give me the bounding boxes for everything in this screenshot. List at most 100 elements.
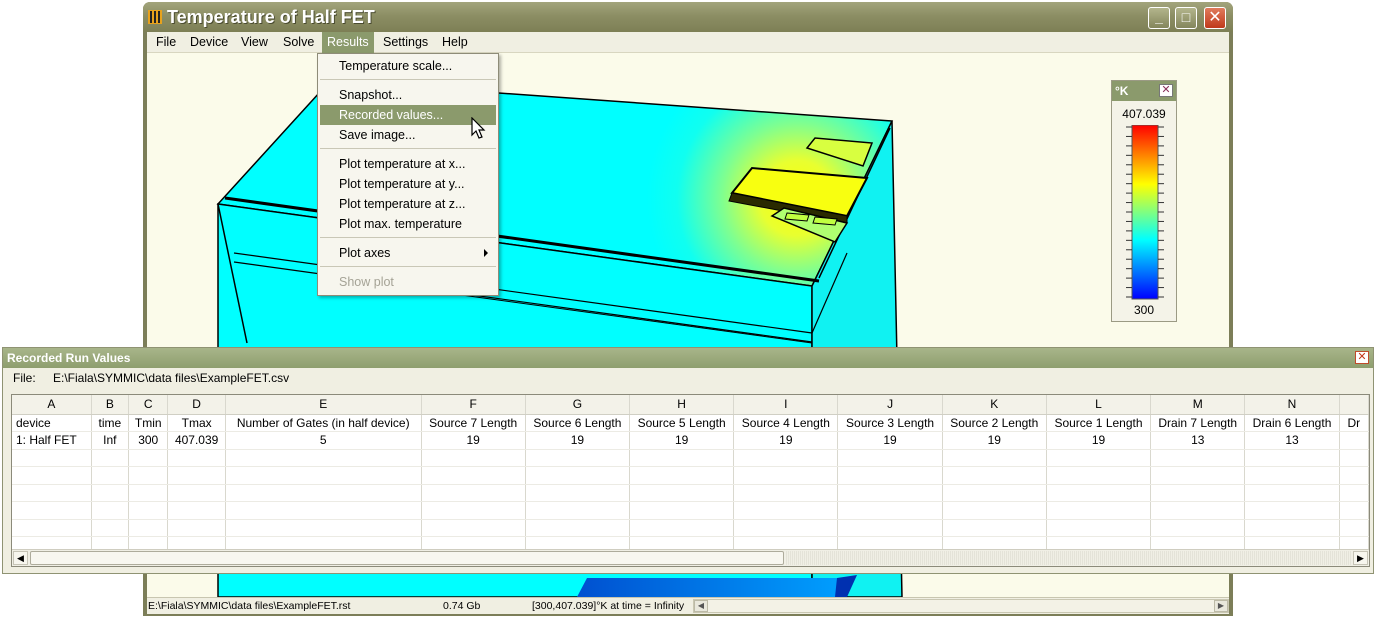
recorded-values-titlebar[interactable]: Recorded Run Values ✕ bbox=[3, 348, 1373, 368]
grid-cell-empty[interactable] bbox=[837, 501, 943, 520]
grid-cell-empty[interactable] bbox=[629, 449, 735, 467]
grid-cell-empty[interactable] bbox=[1339, 449, 1369, 467]
scroll-thumb[interactable] bbox=[30, 551, 784, 565]
grid-cell-empty[interactable] bbox=[942, 466, 1047, 485]
menu-device[interactable]: Device bbox=[185, 32, 233, 53]
status-scroll-right-icon[interactable]: ▶ bbox=[1214, 600, 1228, 612]
grid-cell-empty[interactable] bbox=[525, 501, 631, 520]
grid-cell[interactable]: Source 3 Length bbox=[837, 414, 943, 432]
grid-cell[interactable]: Source 5 Length bbox=[629, 414, 735, 432]
grid-cell[interactable]: Drain 6 Length bbox=[1244, 414, 1340, 432]
grid-cell-empty[interactable] bbox=[12, 466, 92, 485]
grid-cell-empty[interactable] bbox=[225, 449, 422, 467]
grid-cell-empty[interactable] bbox=[629, 519, 735, 537]
menu-plot-temp-z[interactable]: Plot temperature at z... bbox=[320, 194, 496, 214]
grid-cell[interactable]: B bbox=[91, 395, 130, 415]
scroll-left-icon[interactable]: ◀ bbox=[13, 551, 28, 565]
grid-cell-empty[interactable] bbox=[167, 466, 226, 485]
maximize-button[interactable]: □ bbox=[1175, 7, 1197, 29]
scroll-right-icon[interactable]: ▶ bbox=[1353, 551, 1368, 565]
grid-cell-empty[interactable] bbox=[167, 484, 226, 502]
grid-cell-empty[interactable] bbox=[225, 484, 422, 502]
grid-cell[interactable]: L bbox=[1046, 395, 1152, 415]
grid-cell[interactable]: 19 bbox=[1046, 431, 1152, 450]
scroll-track[interactable] bbox=[786, 551, 1351, 565]
status-scrollbar[interactable]: ◀ ▶ bbox=[693, 599, 1229, 613]
grid-cell-empty[interactable] bbox=[525, 449, 631, 467]
grid-cell-empty[interactable] bbox=[942, 501, 1047, 520]
grid-cell[interactable]: 19 bbox=[629, 431, 735, 450]
grid-cell[interactable]: F bbox=[421, 395, 526, 415]
grid-cell-empty[interactable] bbox=[128, 484, 169, 502]
grid-cell-empty[interactable] bbox=[1244, 501, 1340, 520]
grid-cell-empty[interactable] bbox=[1339, 519, 1369, 537]
grid-cell-empty[interactable] bbox=[629, 484, 735, 502]
menu-plot-axes[interactable]: Plot axes bbox=[320, 243, 496, 263]
grid-cell[interactable]: G bbox=[525, 395, 631, 415]
menu-file[interactable]: File bbox=[151, 32, 181, 53]
grid-cell-empty[interactable] bbox=[91, 449, 130, 467]
grid-cell[interactable]: H bbox=[629, 395, 735, 415]
grid-cell-empty[interactable] bbox=[1046, 449, 1152, 467]
menu-results[interactable]: Results bbox=[322, 32, 374, 53]
horizontal-scrollbar[interactable]: ◀ ▶ bbox=[12, 549, 1369, 566]
menu-plot-temp-y[interactable]: Plot temperature at y... bbox=[320, 174, 496, 194]
grid-cell[interactable] bbox=[1339, 395, 1369, 415]
grid-cell[interactable]: 19 bbox=[733, 431, 839, 450]
grid-cell-empty[interactable] bbox=[1150, 466, 1246, 485]
grid-cell[interactable]: I bbox=[733, 395, 839, 415]
menu-recorded-values[interactable]: Recorded values... bbox=[320, 105, 496, 125]
grid-cell-empty[interactable] bbox=[167, 501, 226, 520]
status-scroll-left-icon[interactable]: ◀ bbox=[694, 600, 708, 612]
grid-cell-empty[interactable] bbox=[421, 466, 526, 485]
grid-cell-empty[interactable] bbox=[128, 519, 169, 537]
grid-cell-empty[interactable] bbox=[421, 501, 526, 520]
grid-cell-empty[interactable] bbox=[837, 484, 943, 502]
grid-cell[interactable]: 19 bbox=[837, 431, 943, 450]
grid-cell[interactable]: Source 4 Length bbox=[733, 414, 839, 432]
temperature-scale-close-button[interactable]: ✕ bbox=[1159, 84, 1173, 97]
grid-cell[interactable]: Number of Gates (in half device) bbox=[225, 414, 422, 432]
grid-cell-empty[interactable] bbox=[1244, 466, 1340, 485]
grid-cell[interactable]: K bbox=[942, 395, 1047, 415]
grid-cell[interactable]: 13 bbox=[1150, 431, 1246, 450]
grid-cell[interactable]: 407.039 bbox=[167, 431, 226, 450]
menu-plot-temp-x[interactable]: Plot temperature at x... bbox=[320, 154, 496, 174]
grid-cell[interactable]: 13 bbox=[1244, 431, 1340, 450]
grid-cell[interactable]: Inf bbox=[91, 431, 130, 450]
recorded-values-close-button[interactable]: ✕ bbox=[1355, 351, 1369, 364]
grid-cell-empty[interactable] bbox=[525, 466, 631, 485]
grid-cell[interactable]: C bbox=[128, 395, 169, 415]
grid-cell[interactable] bbox=[1339, 431, 1369, 450]
grid-cell[interactable]: Source 1 Length bbox=[1046, 414, 1152, 432]
grid-cell-empty[interactable] bbox=[733, 484, 839, 502]
grid-cell-empty[interactable] bbox=[1339, 484, 1369, 502]
grid-cell-empty[interactable] bbox=[91, 466, 130, 485]
grid-cell[interactable]: Source 7 Length bbox=[421, 414, 526, 432]
grid-cell[interactable]: time bbox=[91, 414, 130, 432]
grid-cell[interactable]: 1: Half FET bbox=[12, 431, 92, 450]
grid-cell-empty[interactable] bbox=[525, 519, 631, 537]
grid-cell[interactable]: N bbox=[1244, 395, 1340, 415]
grid-cell-empty[interactable] bbox=[1244, 449, 1340, 467]
close-button[interactable]: ✕ bbox=[1204, 7, 1226, 29]
menu-solve[interactable]: Solve bbox=[278, 32, 319, 53]
grid-cell-empty[interactable] bbox=[12, 501, 92, 520]
grid-cell-empty[interactable] bbox=[1046, 501, 1152, 520]
values-grid[interactable]: A B C D E F G H I J K L M Ndevice time Tmin Tmax Number o… bbox=[11, 394, 1370, 567]
grid-cell-empty[interactable] bbox=[942, 519, 1047, 537]
grid-cell-empty[interactable] bbox=[167, 519, 226, 537]
grid-cell[interactable]: 19 bbox=[421, 431, 526, 450]
grid-cell-empty[interactable] bbox=[421, 449, 526, 467]
grid-cell-empty[interactable] bbox=[837, 519, 943, 537]
menu-help[interactable]: Help bbox=[437, 32, 473, 53]
grid-cell-empty[interactable] bbox=[167, 449, 226, 467]
menu-plot-max-temp[interactable]: Plot max. temperature bbox=[320, 214, 496, 234]
grid-cell-empty[interactable] bbox=[128, 501, 169, 520]
grid-cell[interactable]: D bbox=[167, 395, 226, 415]
main-titlebar[interactable]: Temperature of Half FET _ □ ✕ bbox=[143, 2, 1233, 32]
temperature-scale-titlebar[interactable]: °K ✕ bbox=[1112, 81, 1176, 101]
grid-cell-empty[interactable] bbox=[1244, 519, 1340, 537]
menu-temperature-scale[interactable]: Temperature scale... bbox=[320, 56, 496, 76]
grid-cell-empty[interactable] bbox=[225, 519, 422, 537]
